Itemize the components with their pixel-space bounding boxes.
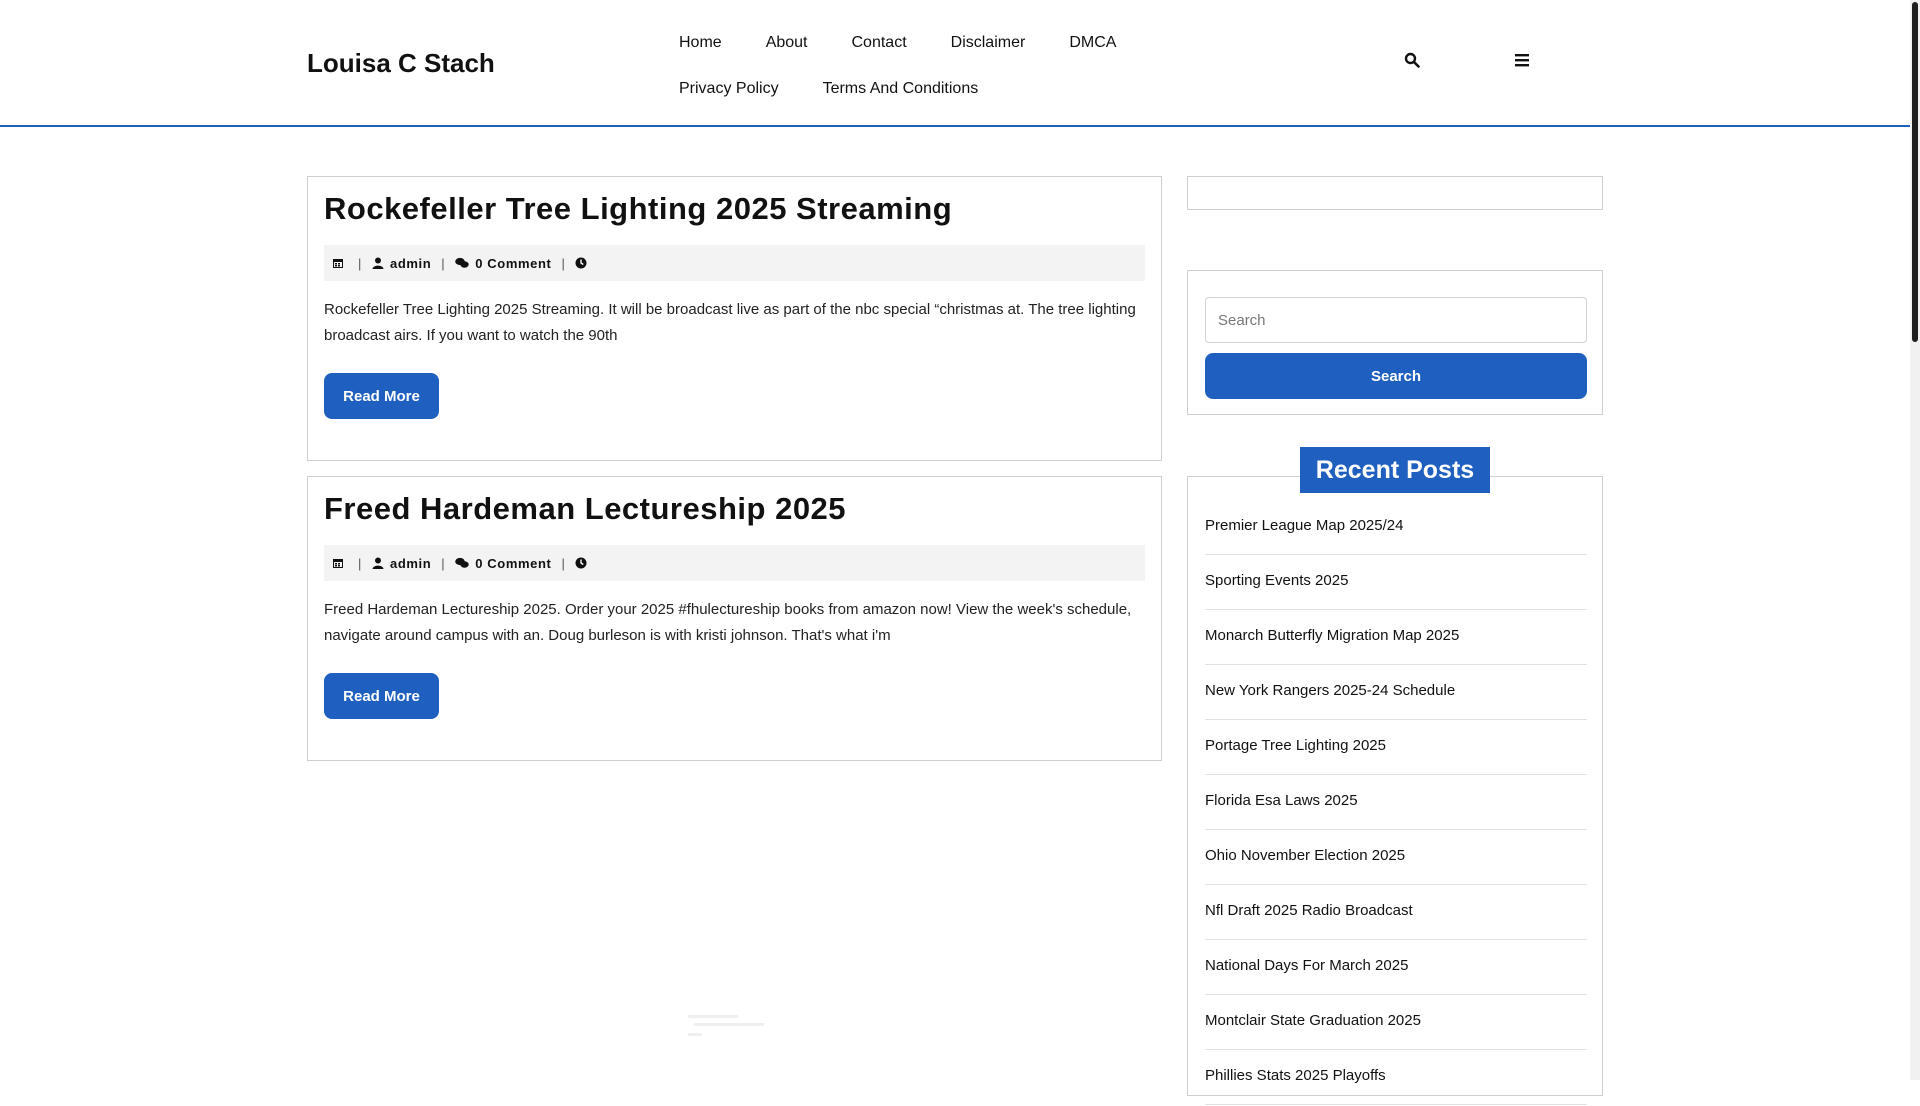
recent-post-link[interactable]: New York Rangers 2025-24 Schedule: [1205, 682, 1455, 699]
recent-post-link[interactable]: Phillies Stats 2025 Playoffs: [1205, 1067, 1386, 1084]
nav-privacy-policy[interactable]: Privacy Policy: [657, 66, 801, 112]
post-meta: | admin | 0 Comment |: [324, 245, 1145, 281]
meta-separator: |: [358, 555, 362, 571]
post-author[interactable]: admin: [390, 256, 431, 271]
list-item: Montclair State Graduation 2025: [1205, 996, 1587, 1050]
list-item: Premier League Map 2025/24: [1205, 501, 1587, 555]
post-title[interactable]: Rockefeller Tree Lighting 2025 Streaming: [324, 191, 952, 227]
nav-dmca[interactable]: DMCA: [1047, 20, 1138, 66]
recent-posts-list: Premier League Map 2025/24 Sporting Even…: [1205, 501, 1587, 1106]
comments-icon: [455, 257, 469, 269]
post-card: Rockefeller Tree Lighting 2025 Streaming…: [307, 176, 1162, 461]
search-button[interactable]: Search: [1205, 353, 1587, 399]
nav-disclaimer[interactable]: Disclaimer: [929, 20, 1048, 66]
meta-separator: |: [441, 555, 446, 571]
post-comment-count[interactable]: 0 Comment: [475, 256, 551, 271]
sidebar-empty-widget: [1187, 176, 1603, 210]
meta-separator: |: [441, 255, 446, 271]
post-author[interactable]: admin: [390, 556, 431, 571]
hamburger-menu-icon[interactable]: [1514, 52, 1534, 72]
calendar-icon: [332, 557, 344, 569]
list-item: Ohio November Election 2025: [1205, 831, 1587, 885]
list-item: Nfl Draft 2025 Radio Broadcast: [1205, 886, 1587, 940]
calendar-icon: [332, 257, 344, 269]
user-icon: [372, 557, 384, 569]
search-input[interactable]: [1205, 297, 1587, 343]
read-more-button[interactable]: Read More: [324, 673, 439, 719]
meta-separator: |: [561, 555, 566, 571]
main-nav: Home About Contact Disclaimer DMCA Priva…: [657, 20, 1277, 112]
recent-posts-widget: Premier League Map 2025/24 Sporting Even…: [1187, 476, 1603, 1105]
list-item: Portage Tree Lighting 2025: [1205, 721, 1587, 775]
user-icon: [372, 257, 384, 269]
recent-post-link[interactable]: Monarch Butterfly Migration Map 2025: [1205, 627, 1459, 644]
page-scrollbar[interactable]: [1910, 0, 1920, 1080]
nav-home[interactable]: Home: [657, 20, 744, 66]
recent-post-link[interactable]: Nfl Draft 2025 Radio Broadcast: [1205, 902, 1413, 919]
nav-about[interactable]: About: [744, 20, 830, 66]
list-item: Phillies Stats 2025 Playoffs: [1205, 1051, 1587, 1105]
post-card: Freed Hardeman Lectureship 2025 | admin …: [307, 476, 1162, 761]
clock-icon: [575, 557, 587, 569]
search-widget: Search: [1187, 270, 1603, 415]
nav-contact[interactable]: Contact: [830, 20, 929, 66]
site-title[interactable]: Louisa C Stach: [307, 48, 495, 79]
recent-post-link[interactable]: Sporting Events 2025: [1205, 572, 1348, 589]
recent-post-link[interactable]: Montclair State Graduation 2025: [1205, 1012, 1421, 1029]
faint-placeholder-graphic: [688, 1013, 768, 1043]
post-title[interactable]: Freed Hardeman Lectureship 2025: [324, 491, 846, 527]
site-header: Louisa C Stach Home About Contact Discla…: [0, 0, 1910, 127]
scrollbar-thumb[interactable]: [1912, 2, 1918, 342]
meta-separator: |: [358, 255, 362, 271]
post-meta: | admin | 0 Comment |: [324, 545, 1145, 581]
list-item: National Days For March 2025: [1205, 941, 1587, 995]
clock-icon: [575, 257, 587, 269]
post-excerpt: Rockefeller Tree Lighting 2025 Streaming…: [324, 301, 1136, 344]
nav-terms-and-conditions[interactable]: Terms And Conditions: [801, 66, 1001, 112]
search-icon[interactable]: [1404, 52, 1424, 72]
meta-separator: |: [561, 255, 566, 271]
list-item: Monarch Butterfly Migration Map 2025: [1205, 611, 1587, 665]
list-item: New York Rangers 2025-24 Schedule: [1205, 666, 1587, 720]
list-item: Sporting Events 2025: [1205, 556, 1587, 610]
recent-post-link[interactable]: Florida Esa Laws 2025: [1205, 792, 1358, 809]
recent-post-link[interactable]: Ohio November Election 2025: [1205, 847, 1405, 864]
recent-post-link[interactable]: National Days For March 2025: [1205, 957, 1408, 974]
comments-icon: [455, 557, 469, 569]
recent-post-link[interactable]: Premier League Map 2025/24: [1205, 517, 1403, 534]
list-item: Florida Esa Laws 2025: [1205, 776, 1587, 830]
recent-posts-heading: Recent Posts: [1300, 447, 1490, 493]
post-comment-count[interactable]: 0 Comment: [475, 556, 551, 571]
post-excerpt: Freed Hardeman Lectureship 2025. Order y…: [324, 601, 1132, 644]
read-more-button[interactable]: Read More: [324, 373, 439, 419]
recent-post-link[interactable]: Portage Tree Lighting 2025: [1205, 737, 1386, 754]
